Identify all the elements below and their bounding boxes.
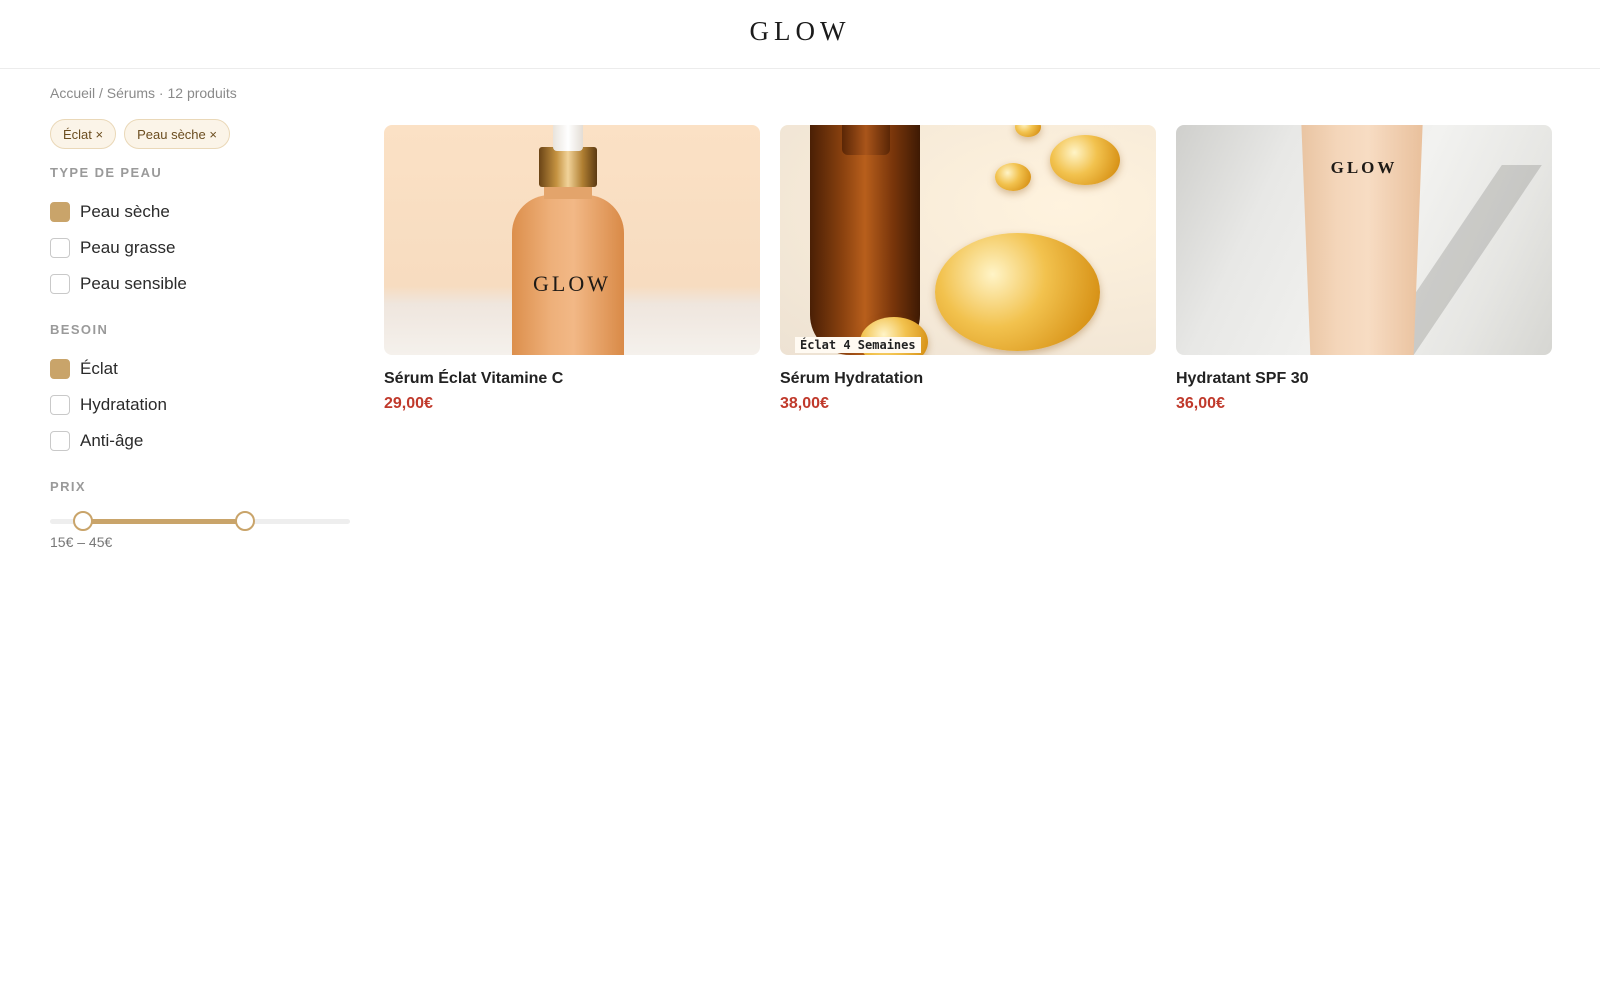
checkbox-label: Peau sensible <box>80 274 187 293</box>
product-price: 36,00€ <box>1176 395 1225 412</box>
serum-drop <box>1050 135 1120 185</box>
checkbox-label: Peau grasse <box>80 238 176 257</box>
top-bar: GLOW <box>0 0 1600 69</box>
checkbox-label: Anti-âge <box>80 431 144 450</box>
slider-fill <box>83 519 245 524</box>
serum-drop <box>1015 125 1041 137</box>
checkbox-eclat[interactable]: Éclat <box>50 351 350 387</box>
dropper-bulb <box>553 125 583 151</box>
checkbox-box[interactable] <box>50 202 70 222</box>
product-grid: GLOW Sérum Éclat Vitamine C 29,00€ Éclat… <box>384 125 1552 413</box>
filter-section-title-skin-type: TYPE DE PEAU <box>50 165 163 180</box>
product-card[interactable]: GLOW Hydratant SPF 30 36,00€ <box>1176 125 1552 413</box>
checkbox-label: Hydratation <box>80 395 167 414</box>
breadcrumb: Accueil / Sérums · 12 produits <box>50 85 237 101</box>
image-caption-tag: Éclat 4 Semaines <box>795 337 921 353</box>
checkbox-box[interactable] <box>50 274 70 294</box>
product-image[interactable]: Éclat 4 Semaines <box>780 125 1156 355</box>
checkbox-box[interactable] <box>50 431 70 451</box>
checkbox-hydratation[interactable]: Hydratation <box>50 387 350 423</box>
checkbox-peau-grasse[interactable]: Peau grasse <box>50 230 350 266</box>
tube-label: GLOW <box>1330 158 1398 177</box>
serum-drop <box>995 163 1031 191</box>
checkbox-label: Peau sèche <box>80 202 170 221</box>
product-price: 38,00€ <box>780 395 829 412</box>
slider-thumb-min[interactable] <box>73 511 93 531</box>
checkbox-peau-seche[interactable]: Peau sèche <box>50 194 350 230</box>
price-range-slider[interactable] <box>50 510 350 532</box>
filter-section-title-need: BESOIN <box>50 322 109 337</box>
skin-type-options: Peau sèche Peau grasse Peau sensible <box>50 194 350 302</box>
dropper-cap <box>539 147 597 187</box>
filter-chip-eclat[interactable]: Éclat × <box>50 119 117 149</box>
slider-thumb-max[interactable] <box>235 511 255 531</box>
serum-drop <box>935 233 1100 351</box>
product-image[interactable]: GLOW <box>1176 125 1552 355</box>
filter-chip-peau-seche[interactable]: Peau sèche × <box>124 119 230 149</box>
filter-section-title-price: PRIX <box>50 479 86 494</box>
product-card[interactable]: GLOW Sérum Éclat Vitamine C 29,00€ <box>384 125 760 413</box>
need-options: Éclat Hydratation Anti-âge <box>50 351 350 459</box>
filter-sidebar: TYPE DE PEAU Peau sèche Peau grasse Peau… <box>50 165 350 550</box>
bottle-label: GLOW <box>533 271 611 296</box>
brand-logo[interactable]: GLOW <box>0 16 1600 47</box>
checkbox-anti-age[interactable]: Anti-âge <box>50 423 350 459</box>
product-name[interactable]: Hydratant SPF 30 <box>1176 370 1552 388</box>
product-price: 29,00€ <box>384 395 433 412</box>
active-filter-chips: Éclat × Peau sèche × <box>50 119 230 149</box>
product-name[interactable]: Sérum Éclat Vitamine C <box>384 370 760 388</box>
checkbox-label: Éclat <box>80 359 118 378</box>
checkbox-box[interactable] <box>50 395 70 415</box>
product-card[interactable]: Éclat 4 Semaines Sérum Hydratation 38,00… <box>780 125 1156 413</box>
price-range-value: 15€ – 45€ <box>50 534 113 550</box>
bottle-neck <box>842 125 890 155</box>
checkbox-box[interactable] <box>50 238 70 258</box>
product-image[interactable]: GLOW <box>384 125 760 355</box>
product-name[interactable]: Sérum Hydratation <box>780 370 1156 388</box>
checkbox-peau-sensible[interactable]: Peau sensible <box>50 266 350 302</box>
checkbox-box[interactable] <box>50 359 70 379</box>
